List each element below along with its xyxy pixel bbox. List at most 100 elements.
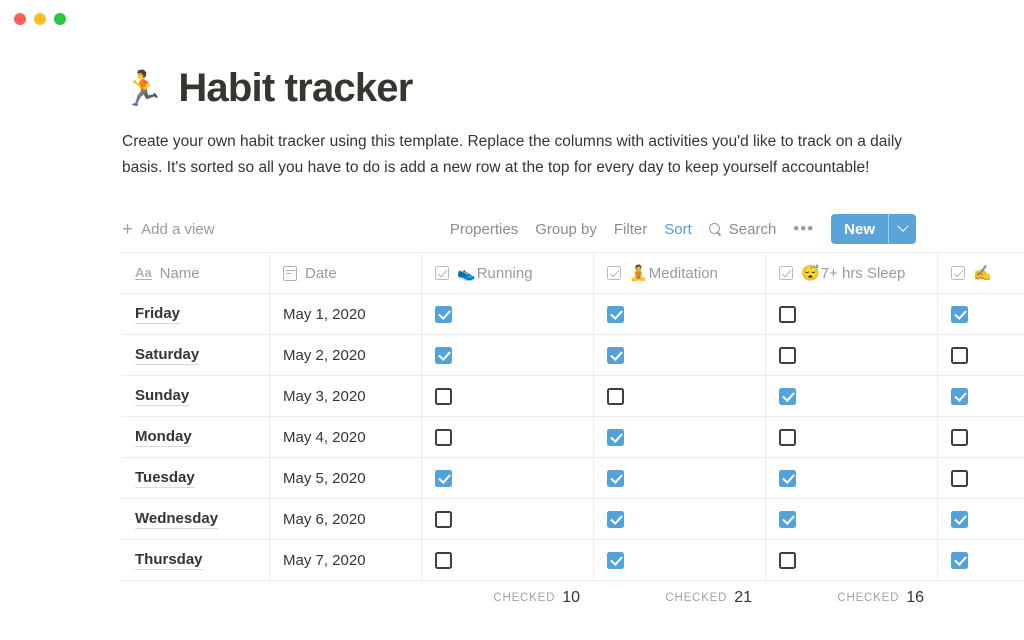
checkbox-meditation[interactable] bbox=[607, 305, 624, 323]
cell-meditation[interactable] bbox=[594, 376, 766, 416]
cell-name[interactable]: Saturday bbox=[122, 335, 270, 375]
cell-name[interactable]: Monday bbox=[122, 417, 270, 457]
cell-sleep[interactable] bbox=[766, 458, 938, 498]
checkbox-meditation[interactable] bbox=[607, 551, 624, 569]
row-title-link[interactable]: Saturday bbox=[135, 346, 200, 365]
checkbox-journal[interactable] bbox=[951, 387, 968, 405]
minimize-button[interactable] bbox=[34, 13, 46, 25]
properties-button[interactable]: Properties bbox=[450, 221, 518, 238]
zoom-button[interactable] bbox=[54, 13, 66, 25]
row-title-link[interactable]: Friday bbox=[135, 305, 181, 324]
new-button-dropdown[interactable] bbox=[889, 214, 916, 244]
checkbox-running[interactable] bbox=[435, 469, 452, 487]
close-button[interactable] bbox=[14, 13, 26, 25]
checkbox-journal[interactable] bbox=[951, 305, 968, 323]
checkbox-running[interactable] bbox=[435, 346, 452, 364]
checkbox-running[interactable] bbox=[435, 510, 452, 528]
checkbox-running[interactable] bbox=[435, 551, 452, 569]
filter-button[interactable]: Filter bbox=[614, 221, 647, 238]
checkbox-running[interactable] bbox=[435, 305, 452, 323]
cell-running[interactable] bbox=[422, 376, 594, 416]
cell-journal[interactable] bbox=[938, 417, 998, 457]
cell-date[interactable]: May 6, 2020 bbox=[270, 499, 422, 539]
checkbox-meditation[interactable] bbox=[607, 510, 624, 528]
checkbox-journal[interactable] bbox=[951, 428, 968, 446]
add-view-button[interactable]: + Add a view bbox=[122, 220, 214, 239]
row-title-link[interactable]: Tuesday bbox=[135, 469, 195, 488]
checkbox-sleep[interactable] bbox=[779, 469, 796, 487]
cell-meditation[interactable] bbox=[594, 294, 766, 334]
new-button[interactable]: New bbox=[831, 214, 888, 244]
more-options-icon[interactable]: ••• bbox=[793, 220, 814, 237]
row-title-link[interactable]: Wednesday bbox=[135, 510, 219, 529]
cell-date[interactable]: May 1, 2020 bbox=[270, 294, 422, 334]
checkbox-sleep[interactable] bbox=[779, 510, 796, 528]
checkbox-sleep[interactable] bbox=[779, 387, 796, 405]
checkbox-meditation[interactable] bbox=[607, 387, 624, 405]
column-header-sleep[interactable]: 😴 7+ hrs Sleep bbox=[766, 253, 938, 293]
cell-date[interactable]: May 4, 2020 bbox=[270, 417, 422, 457]
cell-meditation[interactable] bbox=[594, 458, 766, 498]
cell-sleep[interactable] bbox=[766, 294, 938, 334]
column-header-name[interactable]: Aa Name bbox=[122, 253, 270, 293]
cell-date[interactable]: May 7, 2020 bbox=[270, 540, 422, 580]
cell-journal[interactable] bbox=[938, 294, 998, 334]
cell-journal[interactable] bbox=[938, 458, 998, 498]
cell-name[interactable]: Thursday bbox=[122, 540, 270, 580]
cell-running[interactable] bbox=[422, 417, 594, 457]
cell-running[interactable] bbox=[422, 540, 594, 580]
row-title-link[interactable]: Thursday bbox=[135, 551, 203, 570]
column-header-journal[interactable]: ✍️ bbox=[938, 253, 998, 293]
column-header-meditation[interactable]: 🧘 Meditation bbox=[594, 253, 766, 293]
checkbox-sleep[interactable] bbox=[779, 428, 796, 446]
cell-meditation[interactable] bbox=[594, 417, 766, 457]
cell-journal[interactable] bbox=[938, 335, 998, 375]
cell-date[interactable]: May 3, 2020 bbox=[270, 376, 422, 416]
footer-sleep[interactable]: Checked 16 bbox=[766, 581, 938, 615]
cell-journal[interactable] bbox=[938, 499, 998, 539]
column-header-running[interactable]: 👟 Running bbox=[422, 253, 594, 293]
cell-meditation[interactable] bbox=[594, 499, 766, 539]
column-label: Name bbox=[159, 264, 200, 282]
cell-meditation[interactable] bbox=[594, 335, 766, 375]
cell-date[interactable]: May 5, 2020 bbox=[270, 458, 422, 498]
checkbox-journal[interactable] bbox=[951, 346, 968, 364]
search-button[interactable]: Search bbox=[708, 221, 776, 238]
footer-running[interactable]: Checked 10 bbox=[422, 581, 594, 615]
footer-journal[interactable] bbox=[938, 581, 998, 615]
cell-sleep[interactable] bbox=[766, 499, 938, 539]
group-by-button[interactable]: Group by bbox=[535, 221, 597, 238]
cell-running[interactable] bbox=[422, 458, 594, 498]
checkbox-sleep[interactable] bbox=[779, 346, 796, 364]
checkbox-journal[interactable] bbox=[951, 510, 968, 528]
cell-running[interactable] bbox=[422, 294, 594, 334]
column-header-date[interactable]: Date bbox=[270, 253, 422, 293]
cell-name[interactable]: Wednesday bbox=[122, 499, 270, 539]
sort-button[interactable]: Sort bbox=[664, 221, 692, 238]
cell-name[interactable]: Friday bbox=[122, 294, 270, 334]
checkbox-meditation[interactable] bbox=[607, 346, 624, 364]
cell-running[interactable] bbox=[422, 499, 594, 539]
cell-sleep[interactable] bbox=[766, 417, 938, 457]
cell-meditation[interactable] bbox=[594, 540, 766, 580]
checkbox-running[interactable] bbox=[435, 428, 452, 446]
cell-sleep[interactable] bbox=[766, 540, 938, 580]
checkbox-meditation[interactable] bbox=[607, 428, 624, 446]
cell-journal[interactable] bbox=[938, 540, 998, 580]
cell-sleep[interactable] bbox=[766, 376, 938, 416]
row-title-link[interactable]: Monday bbox=[135, 428, 192, 447]
checkbox-running[interactable] bbox=[435, 387, 452, 405]
checkbox-journal[interactable] bbox=[951, 469, 968, 487]
cell-journal[interactable] bbox=[938, 376, 998, 416]
cell-date[interactable]: May 2, 2020 bbox=[270, 335, 422, 375]
checkbox-meditation[interactable] bbox=[607, 469, 624, 487]
checkbox-journal[interactable] bbox=[951, 551, 968, 569]
cell-name[interactable]: Tuesday bbox=[122, 458, 270, 498]
cell-running[interactable] bbox=[422, 335, 594, 375]
footer-meditation[interactable]: Checked 21 bbox=[594, 581, 766, 615]
checkbox-sleep[interactable] bbox=[779, 551, 796, 569]
checkbox-sleep[interactable] bbox=[779, 305, 796, 323]
cell-name[interactable]: Sunday bbox=[122, 376, 270, 416]
cell-sleep[interactable] bbox=[766, 335, 938, 375]
row-title-link[interactable]: Sunday bbox=[135, 387, 190, 406]
